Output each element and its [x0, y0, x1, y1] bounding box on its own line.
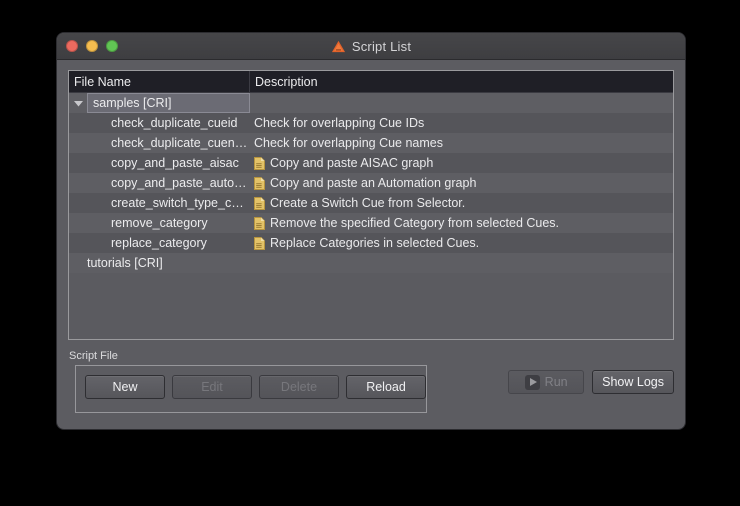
description-label: Copy and paste an Automation graph — [270, 176, 476, 190]
file-name-label: remove_category — [69, 216, 208, 230]
window-titlebar: Script List — [57, 33, 685, 60]
window-title: Script List — [352, 39, 411, 54]
file-name-label: check_duplicate_cueid — [69, 116, 237, 130]
description-label: Create a Switch Cue from Selector. — [270, 196, 465, 210]
cell-file-name: check_duplicate_cueid — [69, 113, 250, 133]
description-label: Copy and paste AISAC graph — [270, 156, 433, 170]
list-header-row: File Name Description — [69, 71, 673, 93]
window-body: File Name Description samples [CRI] check… — [57, 60, 685, 429]
window-controls — [66, 40, 118, 52]
table-row[interactable]: remove_category Remove the specified Cate… — [69, 213, 673, 233]
new-button[interactable]: New — [85, 375, 165, 399]
cell-file-name: copy_and_paste_auto… — [69, 173, 250, 193]
file-name-label: copy_and_paste_auto… — [69, 176, 247, 190]
cell-description: Copy and paste AISAC graph — [250, 153, 673, 173]
play-icon — [525, 375, 540, 390]
table-row[interactable]: tutorials [CRI] — [69, 253, 673, 273]
file-name-label: copy_and_paste_aisac — [69, 156, 239, 170]
cell-description: Replace Categories in selected Cues. — [250, 233, 673, 253]
run-button[interactable]: Run — [508, 370, 584, 394]
file-name-label: tutorials [CRI] — [69, 256, 163, 270]
cell-file-name: tutorials [CRI] — [69, 253, 250, 273]
file-name-label: check_duplicate_cuen… — [69, 136, 247, 150]
cell-description — [250, 93, 673, 113]
script-file-group-label: Script File — [69, 350, 118, 362]
table-row[interactable]: samples [CRI] — [69, 93, 673, 113]
window-title-group: Script List — [57, 39, 685, 54]
zoom-button[interactable] — [106, 40, 118, 52]
column-header-description[interactable]: Description — [250, 71, 673, 92]
cell-file-name: samples [CRI] — [69, 93, 250, 113]
table-row[interactable]: check_duplicate_cuen… Check for overlappi… — [69, 133, 673, 153]
table-row[interactable]: check_duplicate_cueid Check for overlappi… — [69, 113, 673, 133]
document-icon — [254, 237, 265, 250]
table-row[interactable]: create_switch_type_c… Create a Switch Cue… — [69, 193, 673, 213]
action-buttons: Run Show Logs — [508, 370, 674, 394]
cell-file-name: check_duplicate_cuen… — [69, 133, 250, 153]
table-row[interactable]: copy_and_paste_aisac Copy and paste AISAC… — [69, 153, 673, 173]
cell-description: Check for overlapping Cue IDs — [250, 113, 673, 133]
cell-description — [250, 253, 673, 273]
show-logs-button[interactable]: Show Logs — [592, 370, 674, 394]
minimize-button[interactable] — [86, 40, 98, 52]
table-row[interactable]: copy_and_paste_auto… Copy and paste an Au… — [69, 173, 673, 193]
document-icon — [254, 157, 265, 170]
run-button-label: Run — [545, 375, 568, 389]
file-name-label: samples [CRI] — [87, 96, 172, 110]
script-file-section: Script File New Edit Delete Reload Run Show… — [68, 352, 674, 414]
file-name-label: create_switch_type_c… — [69, 196, 244, 210]
description-label: Check for overlapping Cue names — [254, 136, 443, 150]
reload-button[interactable]: Reload — [346, 375, 426, 399]
cell-description: Create a Switch Cue from Selector. — [250, 193, 673, 213]
cell-file-name: remove_category — [69, 213, 250, 233]
cell-description: Check for overlapping Cue names — [250, 133, 673, 153]
cri-triangle-icon — [331, 39, 346, 54]
table-row[interactable]: replace_category Replace Categories in se… — [69, 233, 673, 253]
delete-button: Delete — [259, 375, 339, 399]
script-file-buttons: New Edit Delete Reload — [85, 375, 426, 399]
description-label: Replace Categories in selected Cues. — [270, 236, 479, 250]
cell-file-name: replace_category — [69, 233, 250, 253]
cell-file-name: copy_and_paste_aisac — [69, 153, 250, 173]
description-label: Remove the specified Category from selec… — [270, 216, 559, 230]
script-list-window: Script List File Name Description sample… — [57, 33, 685, 429]
document-icon — [254, 177, 265, 190]
cell-description: Copy and paste an Automation graph — [250, 173, 673, 193]
edit-button: Edit — [172, 375, 252, 399]
chevron-down-icon[interactable] — [69, 100, 87, 107]
description-label: Check for overlapping Cue IDs — [254, 116, 424, 130]
document-icon — [254, 217, 265, 230]
cell-description: Remove the specified Category from selec… — [250, 213, 673, 233]
script-list-view[interactable]: File Name Description samples [CRI] check… — [68, 70, 674, 340]
cell-file-name: create_switch_type_c… — [69, 193, 250, 213]
file-name-label: replace_category — [69, 236, 207, 250]
document-icon — [254, 197, 265, 210]
close-button[interactable] — [66, 40, 78, 52]
column-header-file-name[interactable]: File Name — [69, 71, 250, 92]
list-rows: samples [CRI] check_duplicate_cueid Check … — [69, 93, 673, 273]
